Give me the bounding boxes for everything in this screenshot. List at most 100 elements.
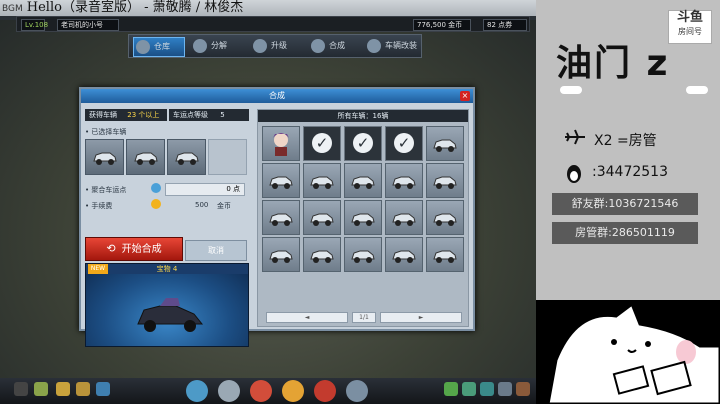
prev-page-button[interactable]: ◄	[266, 312, 348, 323]
car-icon	[433, 139, 457, 152]
kart-icon	[137, 298, 204, 332]
car-slot-selected[interactable]: ✓	[303, 126, 341, 161]
tire-icon[interactable]	[218, 380, 240, 402]
car-slot-selected[interactable]: ✓	[385, 126, 423, 161]
fee-value: 500	[195, 201, 209, 209]
character-slot[interactable]	[262, 126, 300, 161]
compose-dialog: 合成 × 获得车辆 23 个以上 车运点等级 5 • 已选择车辆 • 聚合车运点…	[79, 87, 475, 347]
stream-title: 油门 z	[556, 43, 670, 84]
car-slot[interactable]	[344, 200, 382, 235]
start-compose-button[interactable]: ⟲ 开始合成	[85, 237, 183, 261]
exit-icon[interactable]	[516, 382, 530, 396]
event-icon[interactable]	[314, 380, 336, 402]
compose-icon	[311, 39, 325, 53]
coin-count: 776,500 金币	[413, 19, 471, 31]
car-icon	[433, 250, 457, 263]
douyu-logo: 斗鱼 房间号	[668, 10, 712, 44]
car-slot[interactable]	[385, 200, 423, 235]
car-slot[interactable]	[303, 200, 341, 235]
car-slot[interactable]	[303, 237, 341, 272]
fee-label: • 手续费	[85, 202, 113, 210]
point-count: 82 点券	[483, 19, 527, 31]
mail-icon[interactable]	[56, 382, 70, 396]
check-icon: ✓	[312, 133, 332, 153]
tab-compose[interactable]: 合成	[309, 37, 355, 55]
bgm-song: Hello（录音室版） - 萧敬腾 / 林俊杰	[26, 0, 244, 15]
car-slot-selected[interactable]: ✓	[344, 126, 382, 161]
garage-icon[interactable]	[186, 380, 208, 402]
car-slot[interactable]	[426, 163, 464, 198]
car-slot[interactable]	[385, 237, 423, 272]
selected-car-slot[interactable]	[85, 139, 124, 175]
car-slot[interactable]	[262, 237, 300, 272]
car-icon	[351, 213, 375, 226]
car-slot[interactable]	[385, 163, 423, 198]
bongo-cat-icon	[536, 300, 720, 404]
club-icon[interactable]	[346, 380, 368, 402]
shop-icon[interactable]	[250, 380, 272, 402]
tab-upgrade[interactable]: 升级	[251, 37, 297, 55]
selected-car-slot[interactable]	[167, 139, 206, 175]
tab-label: 车辆改装	[385, 41, 417, 50]
tab-label: 升级	[271, 41, 287, 50]
qq-number: :34472513	[592, 164, 668, 180]
car-icon	[392, 213, 416, 226]
mission-icon[interactable]	[34, 382, 48, 396]
bag-icon[interactable]	[76, 382, 90, 396]
tab-warehouse[interactable]: 仓库	[133, 37, 185, 57]
car-slot[interactable]	[344, 163, 382, 198]
car-icon	[392, 250, 416, 263]
car-icon	[433, 176, 457, 189]
fan-group: 舒友群:1036721546	[552, 193, 698, 215]
car-slot[interactable]	[426, 237, 464, 272]
car-icon	[310, 250, 334, 263]
start-compose-label: 开始合成	[121, 244, 162, 255]
selected-car-slot[interactable]	[126, 139, 165, 175]
friend-icon[interactable]	[96, 382, 110, 396]
top-status-bar: Lv.108 老司机的小号 776,500 金币 82 点券	[16, 16, 530, 32]
car-slot[interactable]	[344, 237, 382, 272]
fee-unit: 金币	[217, 202, 231, 210]
plus-icon	[253, 39, 267, 53]
points-label: • 聚合车运点	[85, 186, 127, 194]
car-slot[interactable]	[262, 200, 300, 235]
car-icon	[269, 176, 293, 189]
result-preview: 宝物 4 NEW	[85, 263, 249, 347]
douyu-logo-text: 斗鱼	[676, 10, 703, 25]
new-badge: NEW	[88, 264, 108, 274]
admin-group: 房管群:286501119	[552, 222, 698, 244]
game-window: BGM Hello（录音室版） - 萧敬腾 / 林俊杰 Lv.108 老司机的小号…	[0, 0, 536, 404]
next-page-button[interactable]: ►	[380, 312, 462, 323]
treasure-icon[interactable]	[282, 380, 304, 402]
player-name[interactable]: 老司机的小号	[57, 19, 119, 31]
car-icon	[392, 176, 416, 189]
qq-penguin-icon	[567, 165, 581, 183]
rank-icon[interactable]	[462, 382, 476, 396]
refresh-icon: ⟲	[106, 242, 116, 255]
points-field[interactable]: 0 点	[165, 183, 245, 196]
tab-decompose[interactable]: 分解	[191, 37, 237, 55]
stream-overlay: 斗鱼 房间号 油门 z X2 =房管 :34472513 舒友群:1036721…	[536, 0, 720, 404]
dialog-title: 合成	[81, 89, 473, 103]
car-inventory-panel: 所有车辆：16辆 ✓ ✓ ✓ ◄ 1/1 ►	[257, 109, 469, 327]
chat-icon[interactable]	[444, 382, 458, 396]
cancel-button[interactable]: 取消	[185, 240, 247, 261]
car-slot[interactable]	[426, 126, 464, 161]
car-slot[interactable]	[303, 163, 341, 198]
car-slot[interactable]	[426, 200, 464, 235]
wrench-icon	[367, 39, 381, 53]
tab-label: 分解	[211, 41, 227, 50]
car-icon	[310, 176, 334, 189]
close-icon[interactable]: ×	[460, 91, 470, 101]
level-badge: Lv.108	[21, 19, 48, 31]
car-slot[interactable]	[262, 163, 300, 198]
settings-icon[interactable]	[480, 382, 494, 396]
bgm-tag: BGM	[2, 4, 23, 14]
tab-modify[interactable]: 车辆改装	[365, 37, 425, 55]
help-icon[interactable]	[498, 382, 512, 396]
menu-icon[interactable]	[14, 382, 28, 396]
check-icon: ✓	[394, 133, 414, 153]
car-icon	[351, 250, 375, 263]
empty-car-slot[interactable]	[208, 139, 247, 175]
douyu-logo-sub: 房间号	[678, 27, 702, 36]
